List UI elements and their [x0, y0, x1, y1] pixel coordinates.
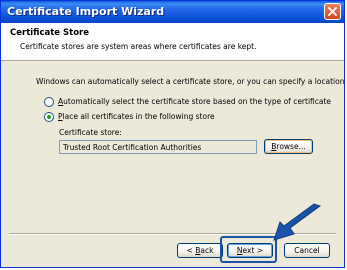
footer-separator	[9, 233, 336, 235]
certificate-store-label: Certificate store:	[59, 128, 122, 137]
close-icon	[328, 7, 337, 16]
close-button[interactable]	[324, 3, 341, 20]
back-button[interactable]: < Back	[177, 243, 223, 258]
cancel-button[interactable]: Cancel	[284, 243, 330, 258]
place-all-label[interactable]: Place all certificates in the following …	[58, 112, 215, 121]
intro-text: Windows can automatically select a certi…	[36, 77, 345, 86]
auto-select-label[interactable]: Automatically select the certificate sto…	[58, 97, 331, 106]
certificate-import-wizard-window: Certificate Import Wizard Certificate St…	[0, 0, 345, 268]
page-title: Certificate Store	[10, 28, 90, 38]
next-button[interactable]: Next >	[227, 243, 273, 258]
auto-select-radio[interactable]	[44, 97, 54, 107]
place-all-radio[interactable]	[44, 112, 54, 122]
header-panel: Certificate Store Certificate stores are…	[1, 23, 344, 61]
title-bar[interactable]: Certificate Import Wizard	[1, 1, 344, 23]
certificate-store-field: Trusted Root Certification Authorities	[59, 140, 257, 154]
page-description: Certificate stores are system areas wher…	[20, 42, 257, 51]
browse-button[interactable]: Browse...	[264, 139, 313, 154]
window-title: Certificate Import Wizard	[7, 5, 165, 18]
radio-selected-dot	[47, 115, 51, 119]
